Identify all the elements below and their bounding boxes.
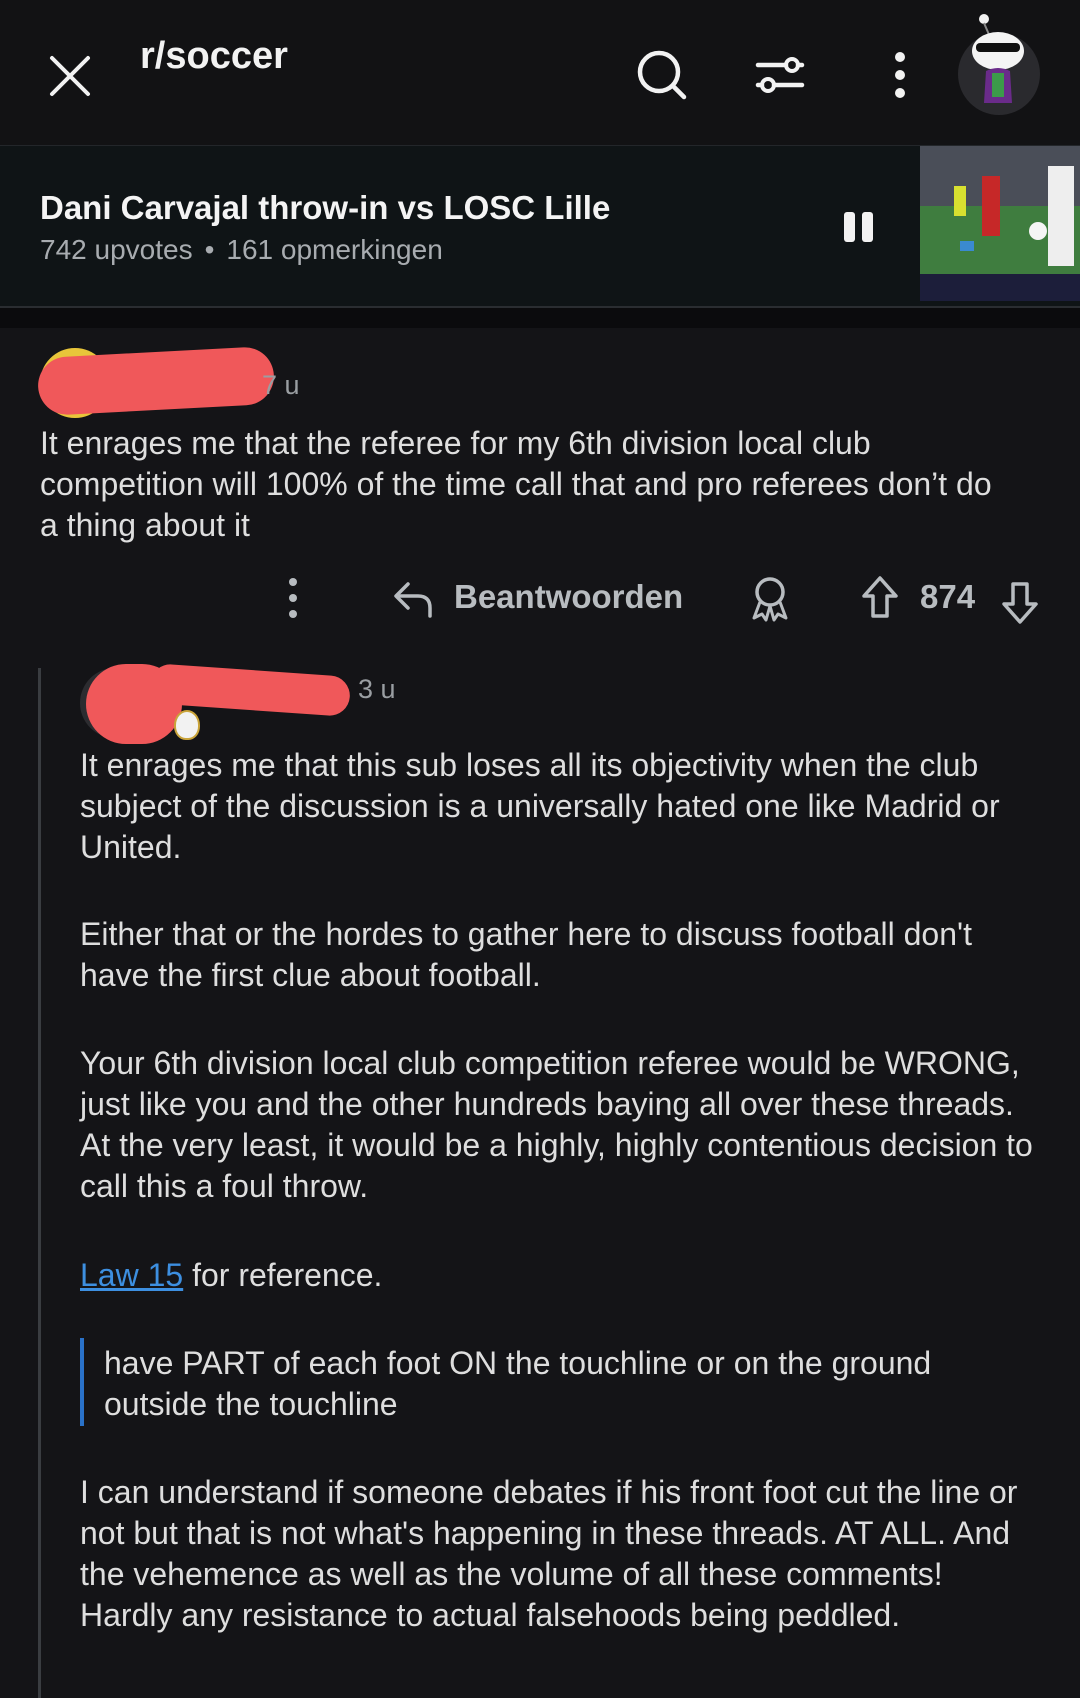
award-icon[interactable]	[748, 574, 792, 622]
redacted-username	[36, 345, 276, 417]
snoo-avatar-icon	[972, 14, 1024, 103]
quote-bar	[80, 1338, 84, 1426]
pause-icon[interactable]	[842, 210, 876, 244]
reference-line: Law 15 for reference.	[80, 1255, 1040, 1296]
thread-line[interactable]	[38, 668, 41, 1698]
reply-paragraph: I can understand if someone debates if h…	[80, 1474, 1018, 1633]
more-vertical-icon[interactable]	[872, 47, 928, 103]
comment-count: 161 opmerkingen	[226, 234, 443, 265]
reply-timestamp: 3 u	[358, 674, 396, 704]
reference-suffix: for reference.	[183, 1257, 383, 1293]
reply-icon[interactable]	[392, 578, 434, 620]
reply-paragraph: Either that or the hordes to gather here…	[80, 916, 972, 993]
law-15-link[interactable]: Law 15	[80, 1257, 183, 1293]
upvote-count: 742 upvotes	[40, 234, 193, 265]
search-icon[interactable]	[634, 47, 690, 103]
post-title[interactable]: Dani Carvajal throw-in vs LOSC Lille	[40, 189, 610, 227]
close-icon[interactable]	[46, 52, 94, 100]
flair-badge	[174, 710, 200, 740]
video-thumbnail[interactable]	[920, 146, 1080, 301]
reply-button[interactable]: Beantwoorden	[454, 578, 683, 616]
comment-timestamp: 7 u	[262, 370, 300, 400]
reply-paragraph: Your 6th division local club competition…	[80, 1045, 1033, 1204]
section-divider	[0, 308, 1080, 328]
block-quote: have PART of each foot ON the touchline …	[104, 1345, 932, 1422]
filter-icon[interactable]	[752, 47, 808, 103]
mini-video-player[interactable]: Dani Carvajal throw-in vs LOSC Lille 742…	[0, 145, 1080, 309]
comment-score: 874	[920, 578, 976, 615]
upvote-icon[interactable]	[860, 574, 900, 622]
video-thumbnail-image	[920, 146, 1080, 301]
subreddit-title[interactable]: r/soccer	[140, 35, 288, 78]
comment-body: It enrages me that the referee for my 6t…	[40, 425, 992, 543]
more-options-icon[interactable]	[280, 576, 306, 620]
reply-paragraph: It enrages me that this sub loses all it…	[80, 747, 1000, 865]
user-avatar[interactable]	[958, 14, 1040, 115]
meta-separator: •	[204, 234, 215, 265]
top-bar: r/soccer	[0, 0, 1080, 145]
downvote-icon[interactable]	[1000, 578, 1040, 626]
post-meta: 742 upvotes • 161 opmerkingen	[40, 234, 443, 266]
comment-actions: Beantwoorden 874	[0, 568, 1080, 628]
